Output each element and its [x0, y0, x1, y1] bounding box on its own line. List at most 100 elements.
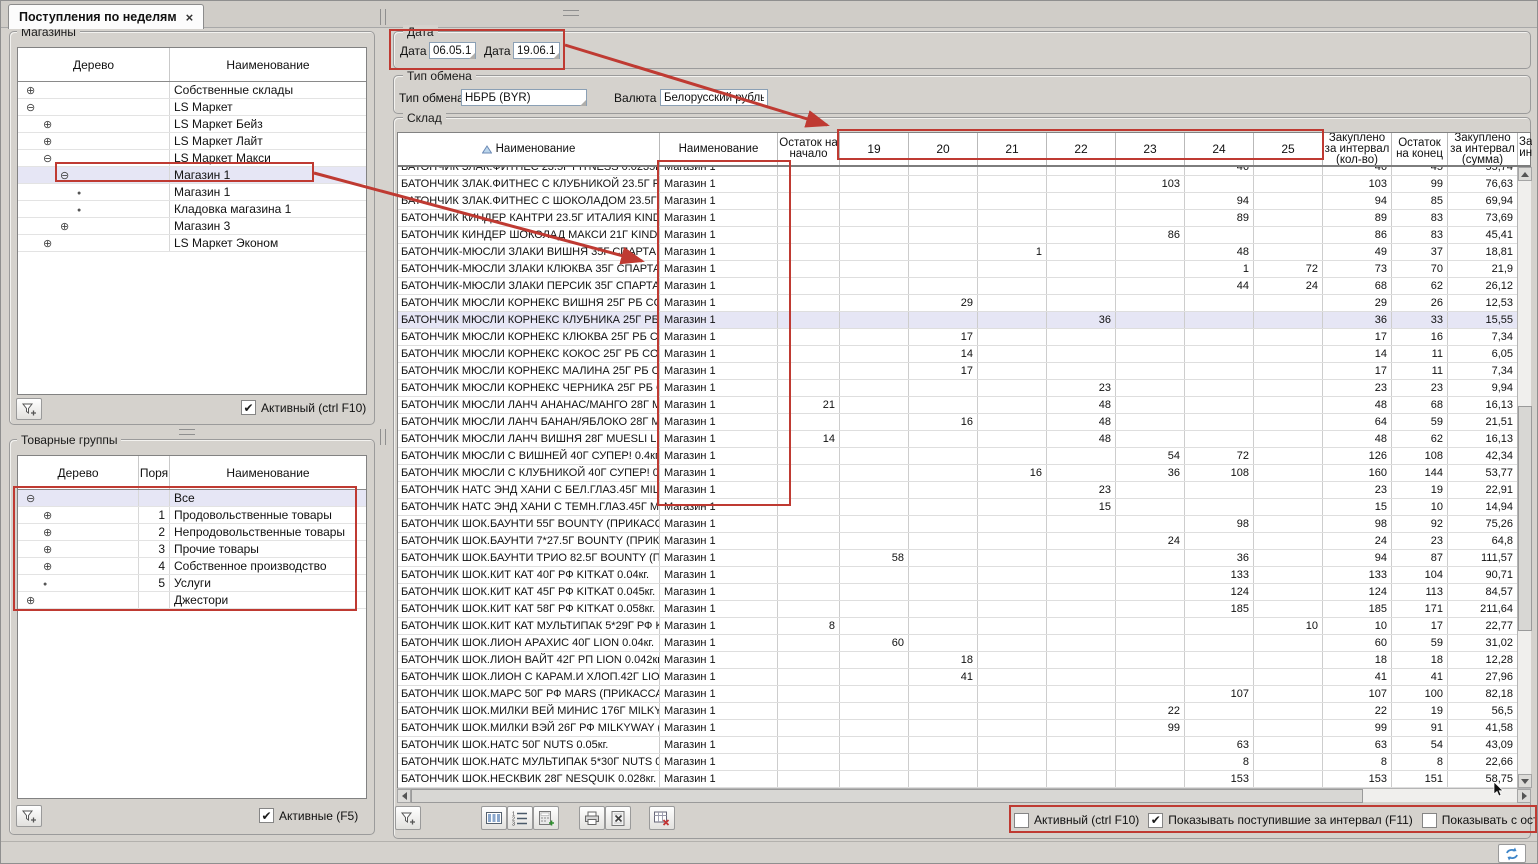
- stock-table-row[interactable]: БАТОНЧИК МЮСЛИ КОРНЕКС КОКОС 25Г РБ CORN…: [398, 346, 1517, 363]
- columns-button[interactable]: [481, 806, 507, 830]
- stock-table-row[interactable]: БАТОНЧИК МЮСЛИ ЛАНЧ АНАНАС/МАНГО 28Г MUE…: [398, 397, 1517, 414]
- stock-table-row[interactable]: БАТОНЧИК ШОК.КИТ КАТ 58Г РФ KITKAT 0.058…: [398, 601, 1517, 618]
- shops-tree-row[interactable]: ⊖LS Маркет Макси: [18, 150, 366, 167]
- groups-col-tree[interactable]: Дерево: [18, 456, 139, 489]
- stock-table-row[interactable]: БАТОНЧИК МЮСЛИ ЛАНЧ ВИШНЯ 28Г MUESLI LUN…: [398, 431, 1517, 448]
- stock-table-row[interactable]: БАТОНЧИК МЮСЛИ КОРНЕКС ВИШНЯ 25Г РБ CORI…: [398, 295, 1517, 312]
- shops-tree-row[interactable]: ⊕LS Маркет Эконом: [18, 235, 366, 252]
- shops-tree-row[interactable]: ⊕Магазин 3: [18, 218, 366, 235]
- currency-combo[interactable]: [660, 89, 768, 106]
- expand-icon[interactable]: ⊕: [43, 559, 52, 574]
- dropdown-corner-icon[interactable]: [553, 53, 559, 59]
- splitter-grip-left[interactable]: [179, 429, 195, 435]
- column-header-week-21[interactable]: 21: [978, 133, 1047, 165]
- stock-table-row[interactable]: БАТОНЧИК ШОК.БАУНТИ 55Г BOUNTY (ПРИКАССА…: [398, 516, 1517, 533]
- stock-option-1-checkbox[interactable]: ✔: [1148, 813, 1163, 828]
- stock-table-row[interactable]: БАТОНЧИК МЮСЛИ С ВИШНЕЙ 40Г СУПЕР! 0.4кг…: [398, 448, 1517, 465]
- stock-table-row[interactable]: БАТОНЧИК МЮСЛИ С КЛУБНИКОЙ 40Г СУПЕР! 0.…: [398, 465, 1517, 482]
- stock-filter-button[interactable]: [395, 806, 421, 830]
- shops-tree-row[interactable]: ⊖LS Маркет: [18, 99, 366, 116]
- column-header-week-19[interactable]: 19: [840, 133, 909, 165]
- scroll-up-button[interactable]: [1518, 167, 1532, 181]
- expand-icon[interactable]: ⊕: [60, 219, 69, 234]
- column-header-week-24[interactable]: 24: [1185, 133, 1254, 165]
- stock-table-row[interactable]: БАТОНЧИК НАТС ЭНД ХАНИ С БЕЛ.ГЛАЗ.45Г MI…: [398, 482, 1517, 499]
- stock-table-row[interactable]: БАТОНЧИК ШОК.МИЛКИ ВЭЙ 26Г РФ MILKYWAY (…: [398, 720, 1517, 737]
- stock-table-row[interactable]: БАТОНЧИК МЮСЛИ КОРНЕКС МАЛИНА 25Г РБ COF…: [398, 363, 1517, 380]
- tab-receipts-by-weeks[interactable]: Поступления по неделям ×: [8, 4, 204, 29]
- table-delete-button[interactable]: [649, 806, 675, 830]
- groups-active-checkbox[interactable]: ✔: [259, 808, 274, 823]
- stock-table-row[interactable]: БАТОНЧИК ШОК.ЛИОН АРАХИС 40Г LION 0.04кг…: [398, 635, 1517, 652]
- splitter-grip-top[interactable]: [563, 10, 579, 16]
- expand-icon[interactable]: ⊕: [43, 542, 52, 557]
- dropdown-corner-icon[interactable]: [469, 53, 475, 59]
- stock-table-row[interactable]: БАТОНЧИК-МЮСЛИ ЗЛАКИ ВИШНЯ 35Г СПАРТАК 0…: [398, 244, 1517, 261]
- expand-icon[interactable]: ⊕: [26, 83, 35, 98]
- shops-col-name[interactable]: Наименование: [170, 48, 366, 81]
- horizontal-scroll-thumb[interactable]: [411, 789, 1363, 803]
- column-header-store-name[interactable]: Наименование: [660, 133, 778, 165]
- stock-option-2-checkbox[interactable]: [1422, 813, 1437, 828]
- column-header-week-25[interactable]: 25: [1254, 133, 1323, 165]
- stock-table-row[interactable]: БАТОНЧИК ШОК.КИТ КАТ 40Г РФ KITKAT 0.04к…: [398, 567, 1517, 584]
- shops-tree-row[interactable]: ⊕Собственные склады: [18, 82, 366, 99]
- shops-tree-row[interactable]: ●Кладовка магазина 1: [18, 201, 366, 218]
- shops-active-checkbox[interactable]: ✔: [241, 400, 256, 415]
- calculator-add-button[interactable]: [533, 806, 559, 830]
- stock-table-row[interactable]: БАТОНЧИК ШОК.МАРС 50Г РФ MARS (ПРИКАССА)…: [398, 686, 1517, 703]
- stock-table-row[interactable]: БАТОНЧИК МЮСЛИ КОРНЕКС КЛУБНИКА 25Г РБ С…: [398, 312, 1517, 329]
- collapse-icon[interactable]: ⊖: [26, 491, 35, 506]
- vertical-scroll-thumb[interactable]: [1518, 406, 1532, 631]
- scroll-left-button[interactable]: [397, 789, 411, 803]
- stock-table-row[interactable]: БАТОНЧИК ЗЛАК.ФИТНЕС С КЛУБНИКОЙ 23.5Г F…: [398, 176, 1517, 193]
- column-header-week-23[interactable]: 23: [1116, 133, 1185, 165]
- groups-tree-row[interactable]: ⊕4Собственное производство: [18, 558, 366, 575]
- stock-table-row[interactable]: БАТОНЧИК ШОК.БАУНТИ ТРИО 82.5Г BOUNTY (П…: [398, 550, 1517, 567]
- stock-table-row[interactable]: БАТОНЧИК ШОК.БАУНТИ 7*27.5Г BOUNTY (ПРИК…: [398, 533, 1517, 550]
- stock-table-row[interactable]: БАТОНЧИК ШОК.КИТ КАТ 45Г РФ KITKAT 0.045…: [398, 584, 1517, 601]
- stock-table-row[interactable]: БАТОНЧИК-МЮСЛИ ЗЛАКИ КЛЮКВА 35Г СПАРТАКМ…: [398, 261, 1517, 278]
- groups-filter-button[interactable]: [16, 805, 42, 827]
- scroll-down-button[interactable]: [1518, 774, 1532, 788]
- stock-option-0-checkbox[interactable]: [1014, 813, 1029, 828]
- column-header-start-balance[interactable]: Остаток на начало: [778, 133, 840, 165]
- expand-icon[interactable]: ⊕: [26, 593, 35, 608]
- stock-table-row[interactable]: БАТОНЧИК МЮСЛИ КОРНЕКС ЧЕРНИКА 25Г РБ CO…: [398, 380, 1517, 397]
- stock-table-row[interactable]: БАТОНЧИК ШОК.МИЛКИ ВЕЙ МИНИС 176Г MILKYW…: [398, 703, 1517, 720]
- column-header-purchased-qty[interactable]: Закуплено за интервал (кол-во): [1323, 133, 1392, 165]
- shops-tree-row[interactable]: ●Магазин 1: [18, 184, 366, 201]
- stock-table-row[interactable]: БАТОНЧИК ШОК.НЕСКВИК 28Г NESQUIK 0.028кг…: [398, 771, 1517, 788]
- collapse-icon[interactable]: ⊖: [26, 100, 35, 115]
- groups-tree-row[interactable]: ●5Услуги: [18, 575, 366, 592]
- column-header-product-name[interactable]: Наименование: [398, 133, 660, 165]
- stock-table-row[interactable]: БАТОНЧИК ШОК.ЛИОН С КАРАМ.И ХЛОП.42Г LIO…: [398, 669, 1517, 686]
- stock-table-row[interactable]: БАТОНЧИК ЗЛАК.ФИТНЕС 23.5Г FITNESS 0.023…: [398, 167, 1517, 176]
- expand-icon[interactable]: ⊕: [43, 508, 52, 523]
- column-header-week-22[interactable]: 22: [1047, 133, 1116, 165]
- stock-table-row[interactable]: БАТОНЧИК ЗЛАК.ФИТНЕС С ШОКОЛАДОМ 23.5Г F…: [398, 193, 1517, 210]
- splitter-grip-vertical-top[interactable]: [380, 9, 386, 25]
- expand-icon[interactable]: ⊕: [43, 236, 52, 251]
- stock-table-row[interactable]: БАТОНЧИК МЮСЛИ КОРНЕКС КЛЮКВА 25Г РБ COF…: [398, 329, 1517, 346]
- shops-tree-row[interactable]: ⊕LS Маркет Бейз: [18, 116, 366, 133]
- column-header-purchased-sum[interactable]: Закуплено за интервал (сумма): [1448, 133, 1518, 165]
- groups-tree-row[interactable]: ⊕1Продовольственные товары: [18, 507, 366, 524]
- collapse-icon[interactable]: ⊖: [43, 151, 52, 166]
- groups-tree-row[interactable]: ⊕3Прочие товары: [18, 541, 366, 558]
- stock-table-row[interactable]: БАТОНЧИК МЮСЛИ ЛАНЧ БАНАН/ЯБЛОКО 28Г MUE…: [398, 414, 1517, 431]
- stock-table-row[interactable]: БАТОНЧИК ШОК.НАТС МУЛЬТИПАК 5*30Г NUTS 0…: [398, 754, 1517, 771]
- splitter-grip-vertical-mid[interactable]: [380, 429, 386, 445]
- collapse-icon[interactable]: ⊖: [60, 168, 69, 183]
- groups-tree-row[interactable]: ⊕2Непродовольственные товары: [18, 524, 366, 541]
- stock-table-row[interactable]: БАТОНЧИК-МЮСЛИ ЗЛАКИ ПЕРСИК 35Г СПАРТАК …: [398, 278, 1517, 295]
- shops-filter-button[interactable]: [16, 398, 42, 420]
- refresh-button[interactable]: [1498, 844, 1526, 863]
- shops-tree-row[interactable]: ⊕LS Маркет Лайт: [18, 133, 366, 150]
- expand-icon[interactable]: ⊕: [43, 525, 52, 540]
- dropdown-corner-icon[interactable]: [580, 100, 586, 106]
- tab-close-icon[interactable]: ×: [186, 10, 194, 25]
- column-header-clipped[interactable]: За ин: [1518, 133, 1532, 165]
- scroll-right-button[interactable]: [1517, 789, 1531, 803]
- stock-table-row[interactable]: БАТОНЧИК КИНДЕР КАНТРИ 23.5Г ИТАЛИЯ KIND…: [398, 210, 1517, 227]
